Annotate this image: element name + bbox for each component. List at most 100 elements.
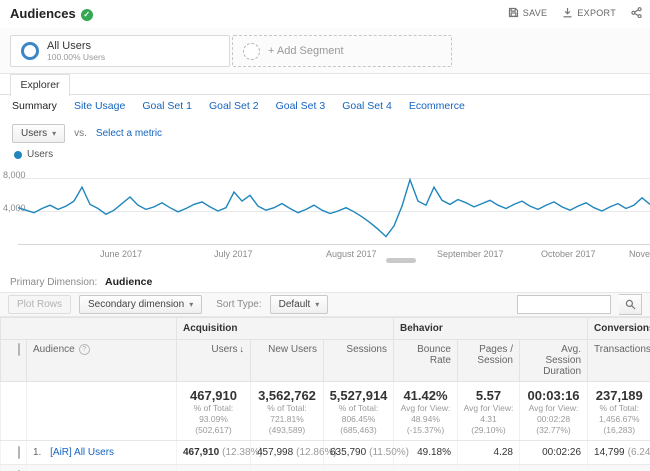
users-legend-dot — [14, 150, 22, 159]
share-icon — [631, 7, 642, 18]
group-conversions: Conversions eComm ▾ — [587, 317, 650, 340]
summary-bounce-rate: 41.42% Avg for View: 48.94% (-15.37%) — [393, 381, 458, 441]
select-metric-link[interactable]: Select a metric — [96, 128, 162, 139]
cell-users: 467,910 (12.38%) — [176, 440, 263, 465]
summary-users: 467,910 % of Total: 93.09% (502,617) — [176, 381, 251, 441]
chart-legend: Users — [14, 149, 53, 160]
export-label: EXPORT — [577, 7, 616, 18]
chevron-down-icon: ▾ — [189, 300, 194, 309]
select-all-checkbox[interactable] — [18, 343, 20, 356]
cell-users: 458,794(12.14%) — [176, 464, 251, 471]
table-row: 2. [AiR] Transactions > 1 458,794(12.14%… — [0, 464, 650, 471]
group-acquisition: Acquisition — [176, 317, 394, 340]
legend-label: Users — [27, 149, 54, 160]
col-header-avg-duration[interactable]: Avg. Session Duration — [518, 339, 589, 382]
group-empty — [0, 317, 177, 340]
save-label: SAVE — [522, 7, 548, 18]
sort-type-dropdown[interactable]: Default ▾ — [269, 295, 329, 314]
col-header-audience[interactable]: Audience? — [26, 339, 177, 382]
summary-avg-duration: 00:03:16 Avg for View: 00:02:28 (32.77%) — [518, 381, 588, 441]
report-subtabs: Summary Site Usage Goal Set 1 Goal Set 2… — [12, 100, 465, 112]
subtab-site-usage[interactable]: Site Usage — [74, 100, 125, 112]
cell-pages-session: 4.28 — [457, 464, 520, 471]
cell-avg-duration: 00:02:26 — [518, 440, 588, 465]
subtab-summary[interactable]: Summary — [12, 100, 57, 112]
tab-explorer-label: Explorer — [20, 79, 60, 91]
select-all-cell — [0, 339, 27, 382]
col-header-new-users[interactable]: New Users — [250, 339, 324, 382]
x-label-august: August 2017 — [326, 249, 377, 259]
chevron-down-icon: ▾ — [52, 129, 57, 138]
table-row: 1. [AiR] All Users 467,910 (12.38%) 457,9… — [0, 440, 650, 465]
col-header-bounce-rate[interactable]: Bounce Rate — [393, 339, 458, 382]
summary-transactions: 237,189 % of Total: 1,456.67% (16,283) — [587, 381, 650, 441]
secondary-dimension-dropdown[interactable]: Secondary dimension ▾ — [79, 295, 203, 314]
primary-dimension-row: Primary Dimension: Audience — [10, 276, 152, 288]
col-header-pages-session[interactable]: Pages / Session — [457, 339, 520, 382]
top-actions: SAVE EXPORT — [508, 7, 642, 18]
sort-type-label: Sort Type: — [216, 299, 262, 310]
x-label-july: July 2017 — [214, 249, 253, 259]
summary-new-users: 3,562,762 % of Total: 721.81% (493,589) — [250, 381, 324, 441]
sort-desc-icon: ↓ — [239, 344, 245, 354]
cell-pages-session: 4.28 — [457, 440, 520, 465]
x-label-november: November 2017 — [629, 249, 650, 259]
share-button[interactable] — [631, 7, 642, 18]
audience-link[interactable]: [AiR] All Users — [50, 447, 114, 458]
summary-pages-session: 5.57 Avg for View: 4.31 (29.10%) — [457, 381, 520, 441]
search-button[interactable] — [619, 294, 642, 315]
sort-type-value: Default — [278, 299, 311, 310]
page-title-text: Audiences — [10, 6, 76, 21]
vs-label: vs. — [74, 128, 87, 139]
add-segment-label: + Add Segment — [268, 45, 344, 57]
x-label-june: June 2017 — [100, 249, 143, 259]
add-segment-button[interactable]: + Add Segment — [232, 35, 452, 67]
secondary-dimension-label: Secondary dimension — [88, 299, 185, 310]
save-icon — [508, 7, 518, 18]
topbar: Audiences ✓ SAVE EXPORT — [0, 0, 650, 28]
subtab-goal-set-2[interactable]: Goal Set 2 — [209, 100, 259, 112]
col-header-transactions[interactable]: Transactions — [587, 339, 650, 382]
primary-dimension-audience[interactable]: Audience — [105, 276, 152, 288]
subtab-goal-set-1[interactable]: Goal Set 1 — [142, 100, 192, 112]
audiences-report: Audiences ✓ SAVE EXPORT All Users 100.00… — [0, 0, 650, 471]
export-button[interactable]: EXPORT — [562, 7, 616, 18]
add-segment-ring-icon — [243, 42, 260, 60]
plot-rows-button[interactable]: Plot Rows — [8, 295, 72, 314]
metric-dropdown[interactable]: Users ▾ — [12, 124, 66, 143]
report-table: Acquisition Behavior Conversions eComm ▾ — [0, 317, 650, 471]
cell-new-users: 457,998 (12.86%) — [250, 440, 337, 465]
table-group-header: Acquisition Behavior Conversions eComm ▾ — [0, 317, 650, 340]
chart-scroll-handle[interactable] — [386, 258, 416, 263]
tab-explorer[interactable]: Explorer — [10, 74, 70, 96]
col-header-sessions[interactable]: Sessions — [323, 339, 394, 382]
subtab-goal-set-3[interactable]: Goal Set 3 — [276, 100, 326, 112]
cell-transactions: 14,376(6.06%) — [587, 464, 650, 471]
segment-ring-icon — [21, 42, 39, 60]
segment-name: All Users — [47, 40, 92, 52]
subtab-ecommerce[interactable]: Ecommerce — [409, 100, 465, 112]
table-column-header: Audience? Users ↓ New Users Sessions Boun… — [0, 339, 650, 382]
cell-avg-duration: 00:02:26 — [518, 464, 588, 471]
cell-sessions: 635,790 (11.50%) — [323, 440, 409, 465]
summary-sessions: 5,527,914 % of Total: 806.45% (685,463) — [323, 381, 394, 441]
primary-dimension-label: Primary Dimension: — [10, 277, 98, 288]
conversions-label: Conversions — [594, 323, 650, 334]
help-icon: ? — [78, 344, 90, 355]
chevron-down-icon: ▾ — [315, 300, 320, 309]
segment-all-users[interactable]: All Users 100.00% Users — [10, 35, 230, 67]
status-ok-icon: ✓ — [80, 9, 93, 21]
subtab-goal-set-4[interactable]: Goal Set 4 — [342, 100, 392, 112]
page-title: Audiences ✓ — [10, 6, 93, 21]
table-summary-row: 467,910 % of Total: 93.09% (502,617) 3,5… — [0, 381, 650, 441]
row-checkbox[interactable] — [18, 446, 20, 459]
plot-rows-label: Plot Rows — [17, 299, 63, 310]
x-label-october: October 2017 — [541, 249, 596, 259]
group-behavior: Behavior — [392, 317, 589, 340]
search-input[interactable] — [517, 295, 611, 314]
table-toolbar: Plot Rows Secondary dimension ▾ Sort Typ… — [0, 292, 650, 317]
save-button[interactable]: SAVE — [508, 7, 548, 18]
col-header-users[interactable]: Users ↓ — [176, 339, 251, 382]
segment-strip: All Users 100.00% Users + Add Segment — [0, 28, 650, 74]
search-icon — [625, 299, 635, 310]
